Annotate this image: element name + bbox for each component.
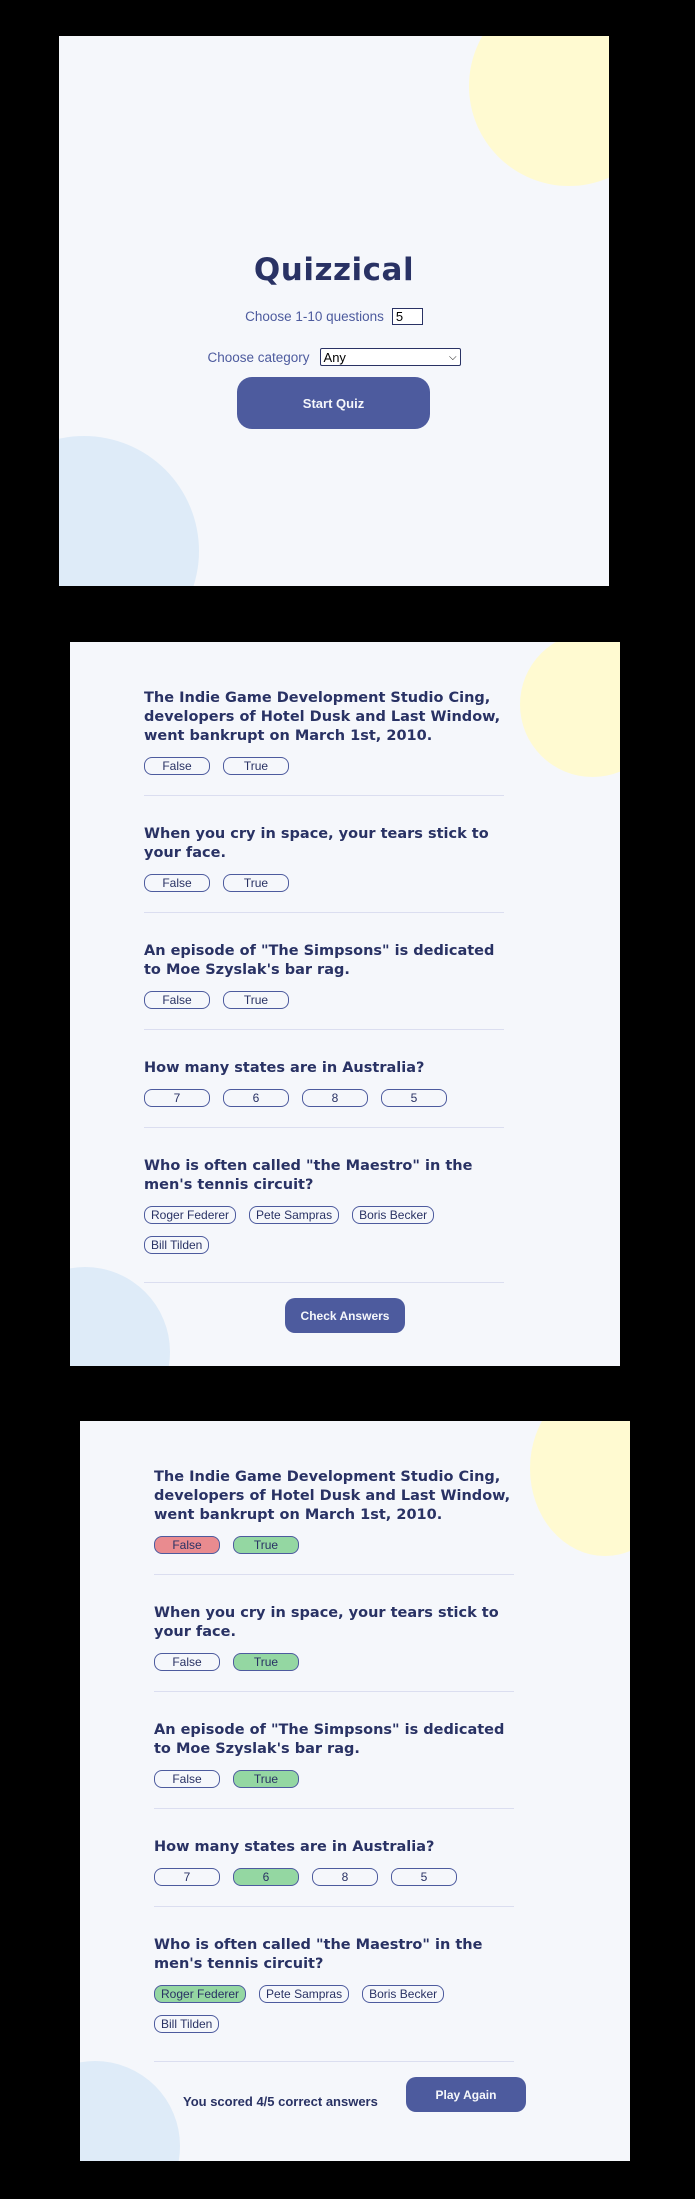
chevron-down-icon: ⌵ <box>448 351 457 363</box>
answer-group: False True <box>154 1536 514 1554</box>
question-block: The Indie Game Development Studio Cing, … <box>144 689 504 775</box>
check-answers-button[interactable]: Check Answers <box>285 1298 405 1333</box>
question-divider <box>144 1029 504 1030</box>
question-text: The Indie Game Development Studio Cing, … <box>144 690 501 744</box>
decor-blob-yellow <box>520 642 620 777</box>
answer-option-correct: True <box>233 1653 299 1671</box>
question-divider <box>154 1574 514 1575</box>
question-text: An episode of "The Simpsons" is dedicate… <box>154 1722 505 1757</box>
question-block: Who is often called "the Maestro" in the… <box>154 1936 514 2033</box>
question-text: The Indie Game Development Studio Cing, … <box>154 1469 511 1523</box>
answer-option[interactable]: True <box>223 991 289 1009</box>
answer-group: False True <box>144 874 504 892</box>
answer-option: Bill Tilden <box>154 2015 220 2033</box>
question-divider <box>144 1282 504 1283</box>
quiz-screen: The Indie Game Development Studio Cing, … <box>70 642 620 1366</box>
answer-option[interactable]: False <box>144 874 210 892</box>
question-divider <box>154 1808 514 1809</box>
answer-option-correct: Roger Federer <box>154 1985 247 2003</box>
answer-option-correct: 6 <box>233 1868 299 1886</box>
question-divider <box>144 795 504 796</box>
answer-option[interactable]: Roger Federer <box>144 1206 237 1224</box>
answer-group: False True <box>154 1770 514 1788</box>
answer-option: False <box>154 1653 220 1671</box>
answer-option-correct: True <box>233 1770 299 1788</box>
answer-option: False <box>154 1770 220 1788</box>
answer-group: Roger Federer Pete Sampras Boris Becker … <box>154 1985 514 2033</box>
question-block: When you cry in space, your tears stick … <box>144 825 504 892</box>
answer-option[interactable]: 7 <box>144 1089 210 1107</box>
answer-group: False True <box>144 991 504 1009</box>
question-block: When you cry in space, your tears stick … <box>154 1604 514 1671</box>
question-text: Who is often called "the Maestro" in the… <box>154 1937 483 1972</box>
question-count-row: Choose 1-10 questions 5 <box>59 308 609 325</box>
question-divider <box>154 1691 514 1692</box>
question-text: When you cry in space, your tears stick … <box>144 826 489 861</box>
answer-option[interactable]: False <box>144 991 210 1009</box>
answer-option[interactable]: Pete Sampras <box>249 1206 340 1224</box>
category-select[interactable]: Any ⌵ <box>319 348 461 366</box>
start-quiz-button[interactable]: Start Quiz <box>237 377 430 429</box>
category-label: Choose category <box>207 349 310 365</box>
answer-group: Roger Federer Pete Sampras Boris Becker … <box>144 1206 504 1254</box>
answer-option[interactable]: 5 <box>381 1089 447 1107</box>
question-text: An episode of "The Simpsons" is dedicate… <box>144 943 495 978</box>
decor-blob-blue <box>80 2061 180 2161</box>
answer-option: Pete Sampras <box>259 1985 350 2003</box>
question-divider <box>144 1127 504 1128</box>
answer-option[interactable]: Boris Becker <box>352 1206 435 1224</box>
app-title: Quizzical <box>253 252 415 288</box>
answer-option-correct: True <box>233 1536 299 1554</box>
question-divider <box>154 1906 514 1907</box>
category-row: Choose category Any ⌵ <box>59 348 609 366</box>
answer-option: 7 <box>154 1868 220 1886</box>
decor-blob-blue <box>59 436 199 586</box>
answer-option[interactable]: True <box>223 874 289 892</box>
answer-group: 7 6 8 5 <box>144 1089 504 1107</box>
question-block: How many states are in Australia? 7 6 8 … <box>154 1838 514 1886</box>
play-again-button[interactable]: Play Again <box>406 2077 526 2112</box>
question-block: An episode of "The Simpsons" is dedicate… <box>144 942 504 1009</box>
answer-option[interactable]: False <box>144 757 210 775</box>
question-text: When you cry in space, your tears stick … <box>154 1605 499 1640</box>
question-divider <box>154 2061 514 2062</box>
answer-group: False True <box>144 757 504 775</box>
answer-option[interactable]: 6 <box>223 1089 289 1107</box>
answer-group: False True <box>154 1653 514 1671</box>
answer-option[interactable]: True <box>223 757 289 775</box>
question-block: The Indie Game Development Studio Cing, … <box>154 1468 514 1554</box>
start-screen: Quizzical Choose 1-10 questions 5 Choose… <box>59 36 609 586</box>
question-count-input[interactable]: 5 <box>391 308 423 325</box>
answer-option: 5 <box>391 1868 457 1886</box>
answer-option: 8 <box>312 1868 378 1886</box>
answer-option[interactable]: Bill Tilden <box>144 1236 210 1254</box>
question-text: How many states are in Australia? <box>154 1839 435 1855</box>
answer-option-wrong: False <box>154 1536 220 1554</box>
decor-blob-yellow <box>530 1421 630 1556</box>
decor-blob-yellow <box>469 36 609 186</box>
question-text: Who is often called "the Maestro" in the… <box>144 1158 473 1193</box>
question-text: How many states are in Australia? <box>144 1060 425 1076</box>
category-select-value: Any <box>323 349 346 365</box>
results-screen: The Indie Game Development Studio Cing, … <box>80 1421 630 2161</box>
question-block: Who is often called "the Maestro" in the… <box>144 1157 504 1254</box>
score-text: You scored 4/5 correct answers <box>183 2094 378 2109</box>
answer-option[interactable]: 8 <box>302 1089 368 1107</box>
question-block: How many states are in Australia? 7 6 8 … <box>144 1059 504 1107</box>
question-divider <box>144 912 504 913</box>
answer-option: Boris Becker <box>362 1985 445 2003</box>
question-count-label: Choose 1-10 questions <box>245 309 384 324</box>
question-block: An episode of "The Simpsons" is dedicate… <box>154 1721 514 1788</box>
answer-group: 7 6 8 5 <box>154 1868 514 1886</box>
